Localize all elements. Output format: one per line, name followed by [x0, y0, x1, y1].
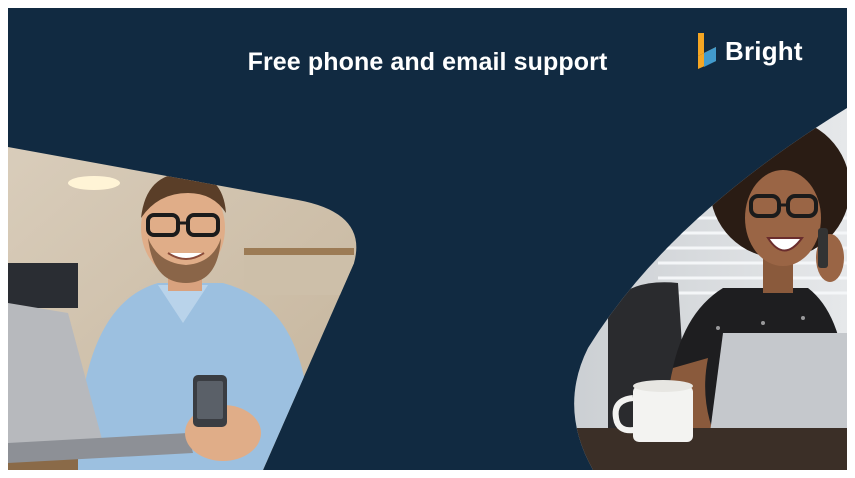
bright-logo: Bright: [695, 30, 803, 72]
logo-text: Bright: [725, 35, 803, 66]
bright-logo-icon: [698, 33, 716, 69]
slide: Free phone and email support Bright: [8, 8, 847, 470]
woman-on-phone-with-laptop-photo: [548, 108, 847, 470]
man-with-phone-and-laptop-photo: [8, 143, 378, 470]
